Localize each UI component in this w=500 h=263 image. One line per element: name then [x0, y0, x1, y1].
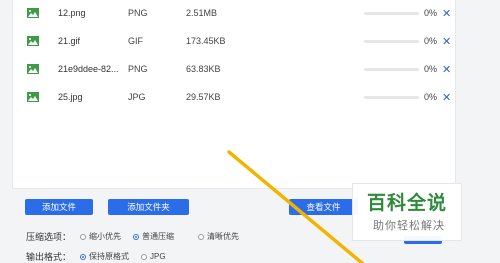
file-name: 12.png — [58, 8, 86, 18]
file-size: 29.57KB — [186, 92, 221, 102]
close-icon[interactable]: ✕ — [442, 7, 451, 20]
file-type: JPG — [128, 92, 146, 102]
file-row[interactable]: 21e9ddee-82... PNG 63.83KB 0% ✕ — [13, 56, 455, 82]
radio-button[interactable] — [80, 233, 86, 240]
add-folder-button[interactable]: 添加文件夹 — [108, 199, 189, 215]
file-row[interactable]: 21.gif GIF 173.45KB 0% ✕ — [13, 28, 455, 54]
file-size: 63.83KB — [186, 64, 221, 74]
progress-percent: 0% — [424, 8, 438, 18]
progress-percent: 0% — [424, 64, 438, 74]
progress-bar — [364, 67, 419, 71]
progress-bar — [364, 95, 419, 99]
file-row[interactable]: 12.png PNG 2.51MB 0% ✕ — [13, 0, 455, 26]
close-icon[interactable]: ✕ — [442, 63, 451, 76]
compress-options-label: 压缩选项： — [26, 232, 72, 242]
close-icon[interactable]: ✕ — [442, 35, 451, 48]
image-file-icon — [27, 8, 39, 18]
watermark-subtitle: 助你轻松解决 — [373, 220, 445, 232]
image-file-icon — [27, 64, 39, 74]
progress-bar — [364, 11, 419, 15]
compress-options-group: 缩小优先 普通压缩 清晰优先 — [80, 231, 251, 242]
view-file-button[interactable]: 查看文件 — [289, 199, 358, 215]
file-type: GIF — [128, 36, 143, 46]
progress-percent: 0% — [424, 92, 438, 102]
file-size: 2.51MB — [186, 8, 218, 18]
radio-button[interactable] — [141, 253, 147, 260]
image-file-icon — [27, 36, 39, 46]
radio-button-selected[interactable] — [80, 253, 86, 260]
compress-option-normal[interactable]: 普通压缩 — [133, 231, 174, 242]
radio-label: 清晰优先 — [207, 232, 239, 241]
watermark-title: 百科全说 — [367, 193, 448, 214]
add-file-button[interactable]: 添加文件 — [25, 199, 93, 215]
image-file-icon — [27, 92, 39, 102]
radio-button[interactable] — [198, 233, 204, 240]
image-compressor-window: 12.png PNG 2.51MB 0% ✕ 21.gif GIF 173.45… — [0, 0, 500, 263]
file-name: 21.gif — [58, 36, 81, 46]
radio-label: 缩小优先 — [89, 232, 121, 241]
compress-option-clarity[interactable]: 清晰优先 — [198, 231, 239, 242]
file-name: 21e9ddee-82... — [58, 64, 119, 74]
radio-button-selected[interactable] — [133, 233, 139, 240]
file-type: PNG — [128, 64, 148, 74]
file-size: 173.45KB — [186, 36, 226, 46]
close-icon[interactable]: ✕ — [442, 91, 451, 104]
progress-bar — [364, 39, 419, 43]
file-list: 12.png PNG 2.51MB 0% ✕ 21.gif GIF 173.45… — [12, 0, 456, 189]
compress-option-smaller[interactable]: 缩小优先 — [80, 231, 121, 242]
output-format-label: 输出格式： — [26, 252, 72, 262]
file-name: 25.jpg — [58, 92, 83, 102]
radio-label: 保持原格式 — [89, 252, 129, 261]
progress-percent: 0% — [424, 36, 438, 46]
output-option-keep-format[interactable]: 保持原格式 — [80, 251, 129, 262]
file-row[interactable]: 25.jpg JPG 29.57KB 0% ✕ — [13, 84, 455, 110]
file-type: PNG — [128, 8, 148, 18]
output-option-jpg[interactable]: JPG — [141, 252, 166, 261]
watermark-logo: 百科全说 助你轻松解决 — [352, 183, 462, 241]
radio-label: 普通压缩 — [142, 232, 174, 241]
output-format-group: 保持原格式 JPG — [80, 251, 178, 262]
radio-label: JPG — [150, 252, 166, 261]
